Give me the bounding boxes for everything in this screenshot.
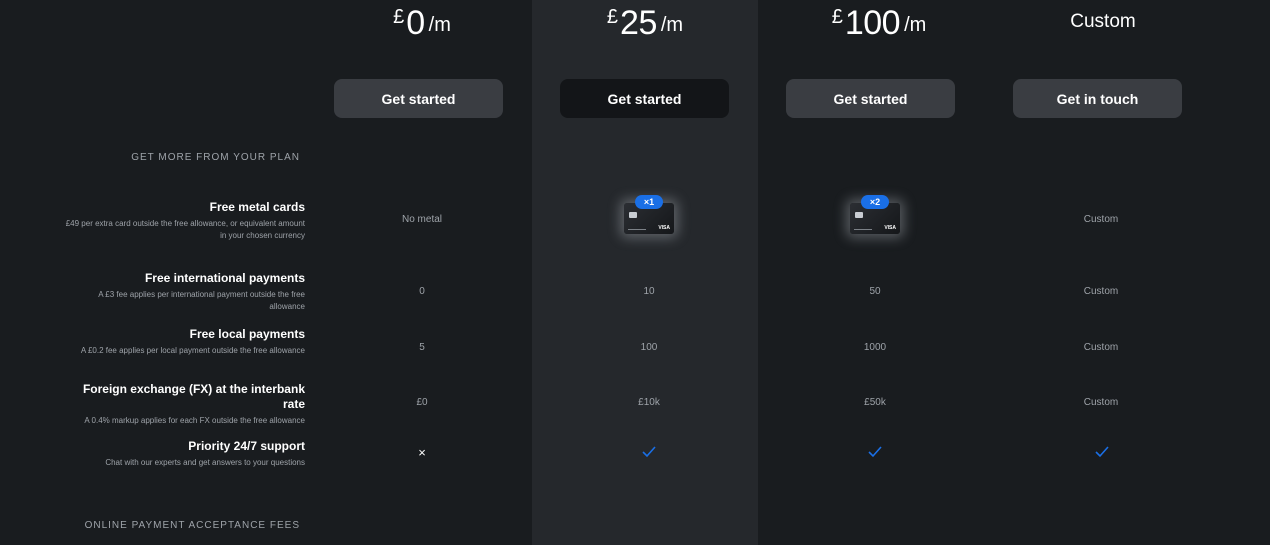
price-period: /m [428,14,451,36]
feature-local-payments: Free local payments A £0.2 fee applies p… [65,327,305,357]
price-amount: 0 [406,4,425,42]
cell-value: £50k [864,397,886,408]
feature-foreign-exchange: Foreign exchange (FX) at the interbank r… [65,382,305,427]
feature-priority-support: Priority 24/7 support Chat with our expe… [65,439,305,469]
cell-value: 100 [640,342,658,353]
feature-name: Foreign exchange (FX) at the interbank r… [82,382,305,411]
visa-logo: VISA [658,225,670,231]
price-period: /m [904,14,927,36]
cell-value: £10k [638,397,660,408]
cell-value: Custom [1083,397,1119,408]
cell-value: 10 [643,286,655,297]
price-amount: 25 [620,4,657,42]
feature-name: Free local payments [189,327,305,341]
get-started-button-25[interactable]: Get started [560,79,729,118]
check-icon [868,446,882,458]
visa-logo: VISA [884,225,896,231]
get-started-button-free[interactable]: Get started [334,79,503,118]
feature-desc: A £0.2 fee applies per local payment out… [80,346,305,355]
feature-name: Priority 24/7 support [188,439,305,453]
get-in-touch-button[interactable]: Get in touch [1013,79,1182,118]
cell-value: Custom [1083,286,1119,297]
feature-desc: A £3 fee applies per international payme… [98,290,305,311]
price-amount: 100 [844,4,901,42]
cell-value: Custom [1083,342,1119,353]
feature-desc: Chat with our experts and get answers to… [105,458,305,467]
currency-symbol: £ [606,6,619,28]
metal-card-icon: VISA ×2 [845,195,905,239]
feature-metal-cards: Free metal cards £49 per extra card outs… [65,200,305,242]
feature-name: Free metal cards [209,200,305,214]
cell-value: 5 [419,342,425,353]
get-started-button-100[interactable]: Get started [786,79,955,118]
card-chip [629,212,637,218]
section-title-more: GET MORE FROM YOUR PLAN [131,152,300,163]
plan-price-custom: Custom [1070,11,1136,32]
check-icon [1095,446,1109,458]
feature-name: Free international payments [144,271,305,285]
cell-value: No metal [401,214,442,225]
card-chip [855,212,863,218]
feature-desc: A 0.4% markup applies for each FX outsid… [84,416,305,425]
price-period: /m [660,14,684,36]
cell-value: 50 [869,286,881,297]
cell-value: £0 [416,397,428,408]
currency-symbol: £ [831,6,843,28]
feature-international-payments: Free international payments A £3 fee app… [65,271,305,313]
plan-price-free: £ 0 /m [309,0,535,45]
cross-icon: × [418,445,426,460]
card-count-badge: ×1 [635,195,663,209]
feature-desc: £49 per extra card outside the free allo… [65,219,305,240]
card-name-line [628,228,646,230]
currency-symbol: £ [393,6,405,28]
section-title-online-fees: ONLINE PAYMENT ACCEPTANCE FEES [84,520,300,531]
metal-card-icon: VISA ×1 [619,195,679,239]
plan-price-25: £ 25 /m [532,0,758,45]
check-icon [642,446,656,458]
plan-price-100: £ 100 /m [766,0,992,45]
cell-value: Custom [1083,214,1119,225]
cell-value: 1000 [863,342,887,353]
card-count-badge: ×2 [861,195,889,209]
card-name-line [854,228,872,230]
cell-value: 0 [419,286,425,297]
